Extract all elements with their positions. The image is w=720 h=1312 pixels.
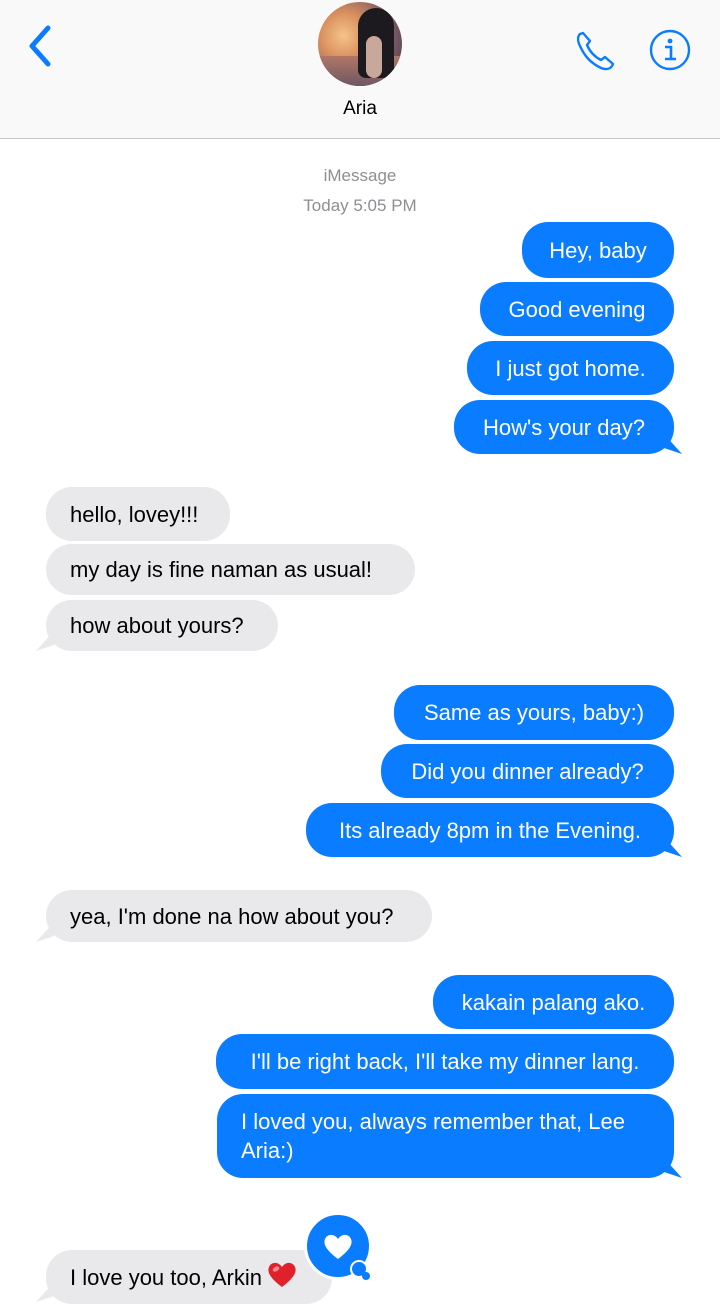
received-message[interactable]: yea, I'm done na how about you? [46, 890, 432, 942]
phone-icon [576, 31, 615, 71]
sent-message[interactable]: I just got home. [467, 341, 674, 395]
thread-timestamp: Today 5:05 PM [303, 196, 417, 215]
received-message[interactable]: hello, lovey!!! [46, 487, 230, 541]
received-message[interactable]: my day is fine naman as usual! [46, 544, 415, 595]
contact-avatar[interactable] [318, 2, 402, 86]
chevron-left-icon [29, 25, 51, 67]
sent-message[interactable]: kakain palang ako. [433, 975, 674, 1029]
received-message[interactable]: I love you too, Arkin [46, 1250, 332, 1304]
sent-message[interactable]: Good evening [480, 282, 674, 336]
reaction-bubble-dot [362, 1272, 370, 1280]
contact-name[interactable]: Aria [0, 98, 720, 120]
back-button[interactable] [20, 22, 60, 70]
service-label: iMessage [323, 166, 397, 185]
sent-message[interactable]: Its already 8pm in the Evening. [306, 803, 674, 857]
details-button[interactable] [648, 28, 692, 72]
sent-message[interactable]: How's your day? [454, 400, 674, 454]
sent-message[interactable]: I'll be right back, I'll take my dinner … [216, 1034, 674, 1089]
info-icon [649, 29, 691, 71]
message-text: I love you too, Arkin [70, 1264, 262, 1290]
heart-icon [324, 1234, 352, 1259]
sent-message[interactable]: I loved you, always remember that, Lee A… [217, 1094, 674, 1178]
sent-message[interactable]: Did you dinner already? [381, 744, 674, 798]
received-message[interactable]: how about yours? [46, 600, 278, 651]
sent-message[interactable]: Hey, baby [522, 222, 674, 278]
call-button[interactable] [572, 28, 618, 74]
sent-message[interactable]: Same as yours, baby:) [394, 685, 674, 740]
red-heart-emoji [266, 1259, 298, 1296]
conversation-header: Aria [0, 0, 720, 139]
